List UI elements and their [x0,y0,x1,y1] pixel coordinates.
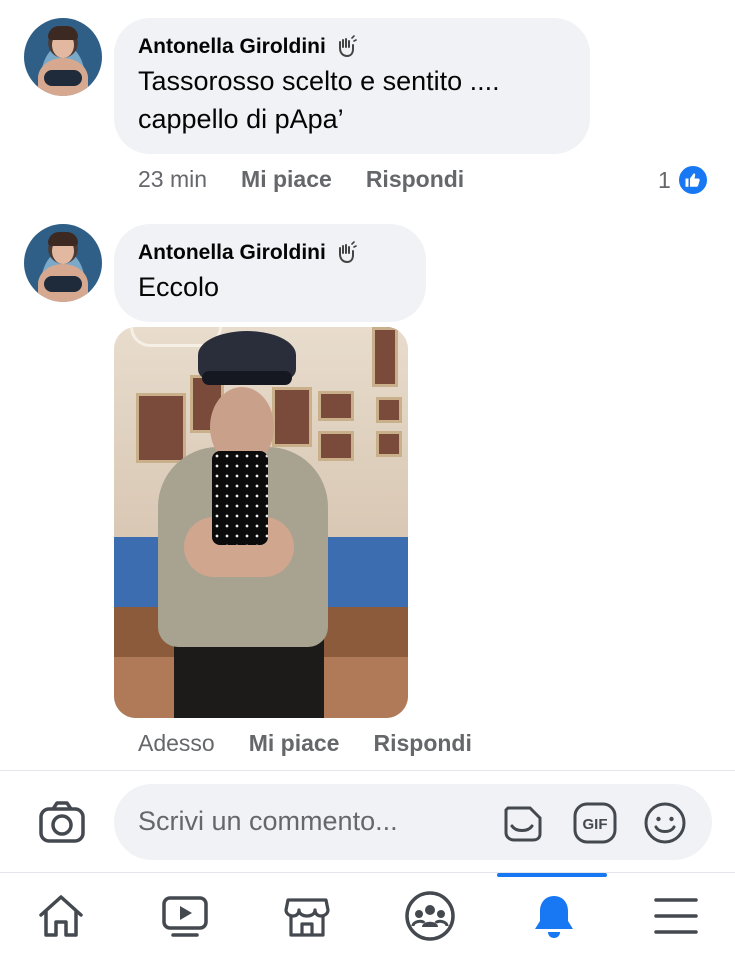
avatar-swimsuit [44,70,82,86]
wave-hand-icon [338,241,357,264]
smartphone [212,451,268,545]
author-name[interactable]: Antonella Giroldini [138,240,326,266]
wall-painting [318,431,354,461]
reaction-summary[interactable]: 1 [658,164,709,196]
bottom-tab-bar [0,872,735,960]
comment-text-line: cappello di pApa’ [138,104,344,134]
wall-painting [376,431,402,457]
hat-brim [202,371,292,385]
menu-icon [654,898,698,934]
comment-text: Eccolo [138,272,220,302]
home-icon [39,895,83,937]
avatar-swimsuit [44,276,82,292]
avatar[interactable] [24,224,102,302]
emoji-icon[interactable] [642,800,688,846]
camera-icon[interactable] [38,800,86,844]
comment-text: Tassorosso scelto e sentito .... cappell… [138,62,566,138]
comment-input-placeholder: Scrivi un commento... [138,806,398,836]
wave-hand-icon [338,35,357,58]
marketplace-icon [284,898,330,937]
comment-author[interactable]: Antonella Giroldini [138,34,566,60]
wall-painting [136,393,186,463]
notifications-icon [535,896,573,938]
wall-painting [318,391,354,421]
comment-text-line: Tassorosso scelto e sentito .... [138,66,500,96]
comment-bubble[interactable]: Antonella Giroldini Eccolo [114,224,426,322]
comment-input[interactable]: Scrivi un commento... [114,784,712,860]
tab-groups[interactable] [400,886,460,946]
author-name[interactable]: Antonella Giroldini [138,34,326,60]
tab-notifications[interactable] [524,886,584,946]
like-button[interactable]: Mi piace [241,166,332,193]
comment-photo[interactable] [114,327,408,718]
wall-painting [272,387,312,447]
comment-bubble[interactable]: Antonella Giroldini Tassorosso scelto e … [114,18,590,154]
svg-text:GIF: GIF [583,816,608,833]
reply-button[interactable]: Rispondi [373,730,471,757]
comment-author[interactable]: Antonella Giroldini [138,240,402,266]
reaction-count: 1 [658,166,671,193]
thumbs-up-icon [676,164,709,196]
sticker-icon[interactable] [500,800,546,846]
tab-home[interactable] [31,886,91,946]
groups-icon [405,891,455,941]
gif-icon[interactable]: GIF [572,800,618,846]
avatar-hair [48,232,78,246]
reply-button[interactable]: Rispondi [366,166,464,193]
wall-painting [372,327,398,387]
avatar-hair [48,26,78,40]
watch-icon [162,896,208,937]
active-tab-indicator [497,873,607,877]
avatar[interactable] [24,18,102,96]
comment-meta: Adesso Mi piace Rispondi [138,730,472,757]
tab-menu[interactable] [646,886,706,946]
comment-time[interactable]: 23 min [138,166,207,193]
tab-watch[interactable] [155,886,215,946]
wall-painting [376,397,402,423]
like-button[interactable]: Mi piace [249,730,340,757]
comment-time[interactable]: Adesso [138,730,215,757]
comment-meta: 23 min Mi piace Rispondi [138,166,464,193]
tab-marketplace[interactable] [277,886,337,946]
